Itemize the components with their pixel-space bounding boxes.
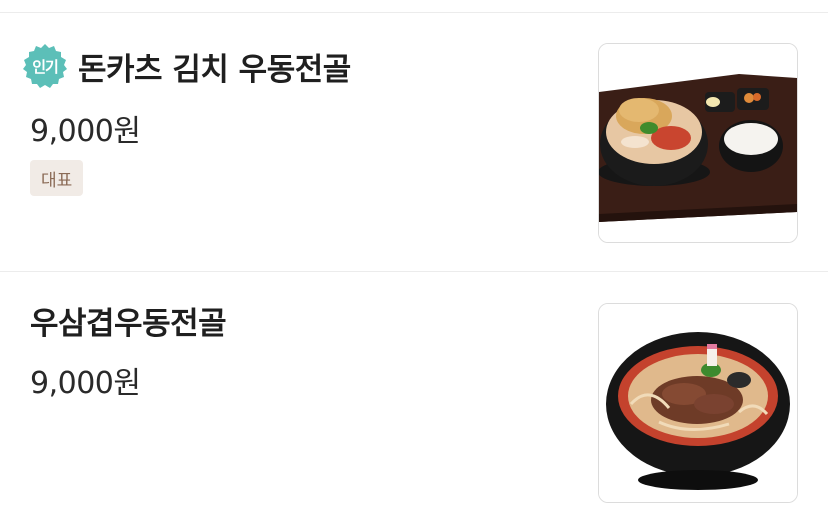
popular-badge: 인기 <box>22 43 68 89</box>
udon-hotpot-bowl-photo <box>599 304 797 502</box>
popular-badge-label: 인기 <box>32 57 59 76</box>
signature-tag: 대표 <box>30 160 84 196</box>
menu-item-title-row: 우삼겹우동전골 <box>30 298 227 343</box>
menu-item-name: 우삼겹우동전골 <box>30 306 227 342</box>
menu-item-title-row: 인기 돈카츠 김치 우동전골 <box>22 43 351 89</box>
menu-item-image[interactable] <box>598 43 798 243</box>
menu-item[interactable]: 인기 돈카츠 김치 우동전골 9,000원 대표 <box>0 13 828 271</box>
menu-item-price: 9,000원 <box>30 366 141 401</box>
menu-item-name: 돈카츠 김치 우동전골 <box>78 51 351 88</box>
menu-item-image[interactable] <box>598 303 798 503</box>
menu-item[interactable]: 우삼겹우동전골 9,000원 <box>0 272 828 508</box>
tray-set-meal-photo <box>599 44 797 242</box>
menu-item-price: 9,000원 <box>30 114 141 149</box>
